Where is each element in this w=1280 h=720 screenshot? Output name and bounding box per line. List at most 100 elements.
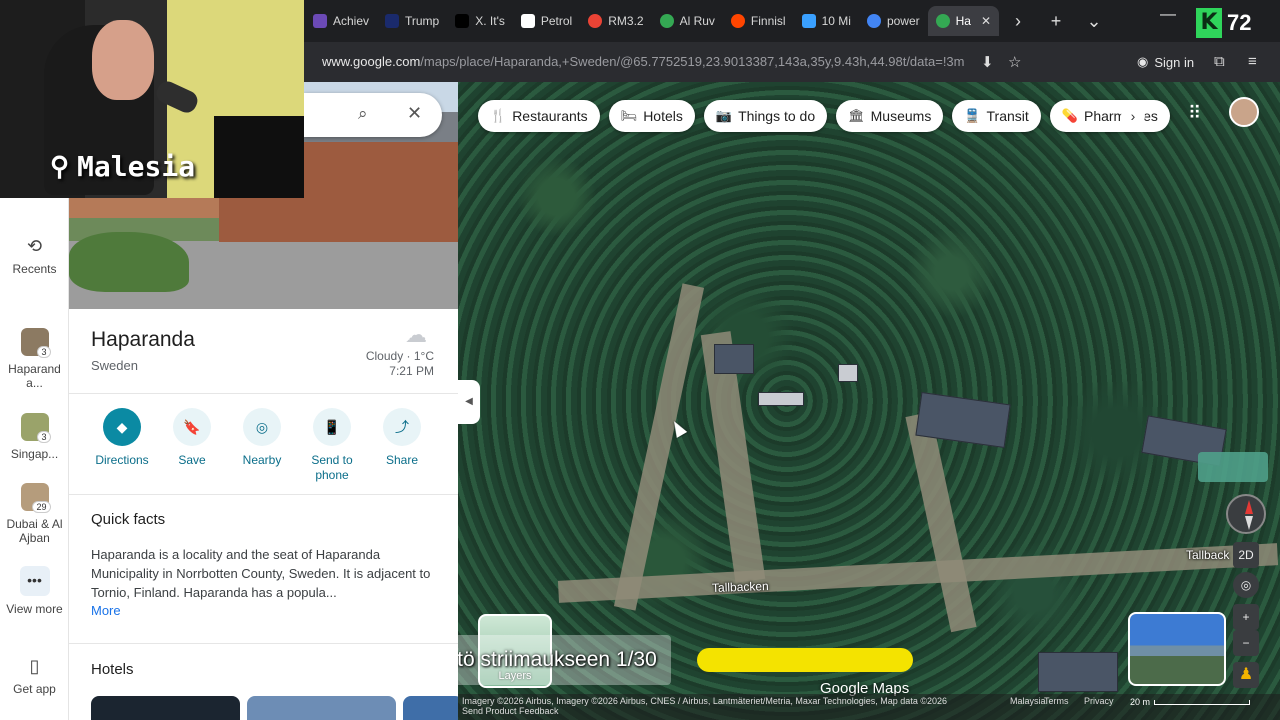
building: [758, 392, 804, 406]
k-counter: 72: [1227, 10, 1252, 35]
rail-item-singapore[interactable]: 3 Singap...: [0, 413, 69, 461]
tab-favicon: [520, 14, 535, 28]
rail-item-dubai[interactable]: 29 Dubai & Al Ajban: [0, 483, 69, 545]
weather-info: Cloudy · 1°C 7:21 PM: [329, 349, 434, 379]
hotel-card[interactable]: [247, 696, 396, 720]
chip-hotels[interactable]: 🛏 Hotels: [608, 100, 695, 132]
left-rail: ⟲ Recents 3 Haparand a... 3 Singap... 29 Dub…: [0, 198, 69, 720]
tab-label: X. It's: [475, 14, 505, 28]
chip-museums[interactable]: 🏛 Museums: [836, 100, 944, 132]
region-link[interactable]: Malaysia: [1010, 696, 1046, 706]
history-icon: ⟲: [26, 236, 43, 256]
avatar[interactable]: [1229, 97, 1259, 127]
my-location-icon[interactable]: ◎: [1233, 572, 1259, 598]
collapse-panel-button[interactable]: ◀: [458, 380, 480, 424]
more-link[interactable]: More: [91, 603, 121, 618]
scale-label: 20 m: [1130, 697, 1151, 707]
google-apps-icon[interactable]: ⠿: [1188, 103, 1201, 124]
rail-label: Recents: [12, 262, 57, 276]
new-tab-icon[interactable]: +: [1037, 11, 1075, 32]
rail-view-more[interactable]: ••• View more: [0, 566, 69, 616]
quick-facts-text: Haparanda is a locality and the seat of …: [91, 547, 431, 600]
url-field[interactable]: www.google.com/maps/place/Haparanda,+Swe…: [322, 54, 972, 69]
chip-things-to-do[interactable]: 📷 Things to do: [703, 100, 828, 132]
building: [1038, 652, 1118, 692]
hotel-card[interactable]: [91, 696, 240, 720]
extensions-icon[interactable]: ⧉: [1214, 53, 1225, 70]
browser-tab[interactable]: RM3.2: [580, 6, 651, 36]
zoom-out-button[interactable]: −: [1233, 630, 1259, 656]
share-button[interactable]: ⤴ Share: [367, 408, 437, 483]
terms-link[interactable]: Terms: [1044, 696, 1069, 706]
browser-tab-active[interactable]: Ha ✕: [927, 6, 1000, 36]
browser-tab[interactable]: Achiev: [305, 6, 377, 36]
recent-count: 3: [37, 431, 51, 443]
weather-condition: Cloudy · 1°C: [365, 349, 434, 363]
send-feedback-link[interactable]: Send Product Feedback: [462, 706, 1276, 716]
chips-next-icon[interactable]: ›: [1121, 104, 1145, 128]
rail-label: Singap...: [10, 447, 59, 461]
webcam-label-text: Malesia: [77, 150, 196, 183]
install-app-icon[interactable]: ⬇: [981, 53, 994, 71]
browser-tab[interactable]: 10 Mi: [794, 6, 859, 36]
account-icon: ◉: [1137, 54, 1149, 69]
chip-pharmacies[interactable]: 💊Pharmacies: [1049, 100, 1170, 132]
tab-label: Achiev: [333, 14, 370, 28]
directions-icon: ◆: [103, 408, 141, 446]
menu-icon[interactable]: ≡: [1248, 53, 1257, 70]
chip-restaurants[interactable]: 🍴 Restaurants: [478, 100, 600, 132]
chevron-right-icon[interactable]: ›: [999, 11, 1037, 32]
recent-count: 3: [37, 346, 51, 358]
stream-progress-bar: [697, 648, 913, 672]
tab-favicon: [659, 14, 674, 28]
hotels-title: Hotels: [91, 661, 134, 678]
send-to-phone-button[interactable]: 📱 Send to phone: [297, 408, 367, 483]
browser-tab[interactable]: Trump: [377, 6, 447, 36]
road: [613, 283, 705, 611]
tab-label: power: [886, 14, 920, 28]
street-label: Tallback: [1186, 548, 1230, 562]
tab-label: Petrol: [540, 14, 573, 28]
tab-favicon: [385, 14, 399, 28]
tab-list-icon[interactable]: ⌄: [1075, 11, 1113, 32]
browser-tab[interactable]: Finnisl: [723, 6, 794, 36]
close-tab-icon[interactable]: ✕: [981, 14, 991, 28]
street-view-thumbnail[interactable]: [1128, 612, 1226, 686]
view-2d-button[interactable]: 2D: [1233, 542, 1259, 568]
close-icon[interactable]: ✕: [407, 103, 422, 124]
recent-thumbnail: 29: [20, 483, 51, 513]
bookmark-star-icon[interactable]: ☆: [1008, 53, 1021, 71]
scale-bar[interactable]: 20 m: [1130, 697, 1251, 707]
privacy-link[interactable]: Privacy: [1084, 696, 1114, 706]
send-to-phone-icon: 📱: [313, 408, 351, 446]
browser-tab[interactable]: Al Ruv: [652, 6, 723, 36]
compass-icon[interactable]: [1226, 494, 1266, 534]
recent-count: 29: [32, 501, 51, 513]
save-button[interactable]: 🔖 Save: [157, 408, 227, 483]
url-host: www.google.com: [322, 54, 421, 69]
tab-label: Al Ruv: [679, 14, 715, 28]
quick-facts-title: Quick facts: [91, 511, 166, 528]
sign-in-button[interactable]: ◉ Sign in: [1137, 54, 1194, 70]
tab-favicon: [455, 14, 470, 28]
browser-tab[interactable]: power: [859, 6, 928, 36]
search-box[interactable]: ⌕ ✕: [304, 93, 442, 137]
rail-item-haparanda[interactable]: 3 Haparand a...: [0, 328, 69, 390]
building: [714, 344, 754, 374]
zoom-in-button[interactable]: +: [1233, 604, 1259, 630]
rail-recents[interactable]: ⟲ Recents: [0, 236, 69, 276]
directions-button[interactable]: ◆ Directions: [87, 408, 157, 483]
recent-thumbnail: 3: [20, 413, 51, 443]
nearby-icon: ◎: [243, 408, 281, 446]
browser-tab[interactable]: X. It's: [447, 6, 513, 36]
hotel-card[interactable]: [403, 696, 458, 720]
divider: [69, 393, 458, 394]
minimize-icon[interactable]: —: [1160, 6, 1176, 24]
search-icon[interactable]: ⌕: [358, 104, 368, 124]
rail-get-app[interactable]: ▯ Get app: [0, 656, 69, 696]
chip-transit[interactable]: 🚆 Transit: [952, 100, 1041, 132]
browser-tab[interactable]: Petrol: [513, 6, 580, 36]
divider: [69, 494, 458, 495]
nearby-button[interactable]: ◎ Nearby: [227, 408, 297, 483]
pegman-icon[interactable]: ♟: [1233, 662, 1259, 688]
